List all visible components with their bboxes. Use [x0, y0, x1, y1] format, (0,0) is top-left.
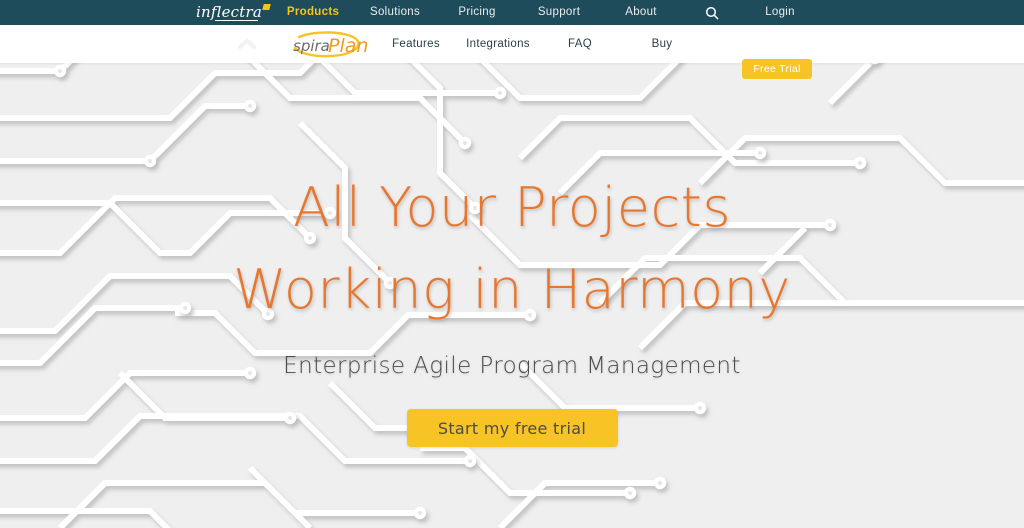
nav-item-support[interactable]: Support — [518, 0, 600, 25]
start-free-trial-button[interactable]: Start my free trial — [406, 409, 618, 447]
primary-navbar: inflectra Products Solutions Pricing Sup… — [0, 0, 1024, 25]
product-navbar: spira Plan Features Integrations FAQ Buy… — [0, 25, 1024, 79]
page-root: inflectra Products Solutions Pricing Sup… — [0, 0, 1024, 528]
spiraplan-logo[interactable]: spira Plan — [285, 31, 375, 59]
inflectra-logo[interactable]: inflectra — [196, 3, 272, 21]
inflectra-logo-text: inflectra — [196, 3, 263, 21]
nav-item-integrations[interactable]: Integrations — [457, 38, 539, 50]
svg-text:Plan: Plan — [328, 35, 368, 57]
spiraplan-logo-icon: spira Plan — [293, 31, 368, 58]
product-nav-links: Features Integrations FAQ Buy — [375, 25, 703, 63]
nav-item-features[interactable]: Features — [375, 38, 457, 50]
free-trial-button[interactable]: Free Trial — [742, 59, 812, 79]
collapse-toggle[interactable] — [232, 36, 262, 52]
nav-item-products[interactable]: Products — [272, 0, 354, 25]
primary-nav-links: Products Solutions Pricing Support About — [272, 0, 682, 25]
login-link[interactable]: Login — [742, 0, 818, 25]
hero-section: All Your Projects Working in Harmony Ent… — [0, 63, 1024, 528]
inflectra-logo-underline — [215, 20, 258, 21]
nav-item-faq[interactable]: FAQ — [539, 38, 621, 50]
hero-headline-line1: All Your Projects — [293, 176, 731, 239]
hero-content: All Your Projects Working in Harmony Ent… — [0, 63, 1024, 528]
nav-item-about[interactable]: About — [600, 0, 682, 25]
chevron-up-icon — [238, 39, 256, 49]
primary-navbar-inner: inflectra Products Solutions Pricing Sup… — [0, 0, 1024, 25]
nav-item-solutions[interactable]: Solutions — [354, 0, 436, 25]
nav-item-buy[interactable]: Buy — [621, 38, 703, 50]
svg-text:spira: spira — [293, 37, 330, 55]
search-icon — [705, 6, 719, 19]
search-button[interactable] — [682, 0, 742, 25]
inflectra-logo-mark-icon — [262, 4, 271, 10]
nav-item-pricing[interactable]: Pricing — [436, 0, 518, 25]
hero-subheadline: Enterprise Agile Program Management — [283, 353, 741, 379]
hero-headline-line2: Working in Harmony — [233, 258, 791, 321]
